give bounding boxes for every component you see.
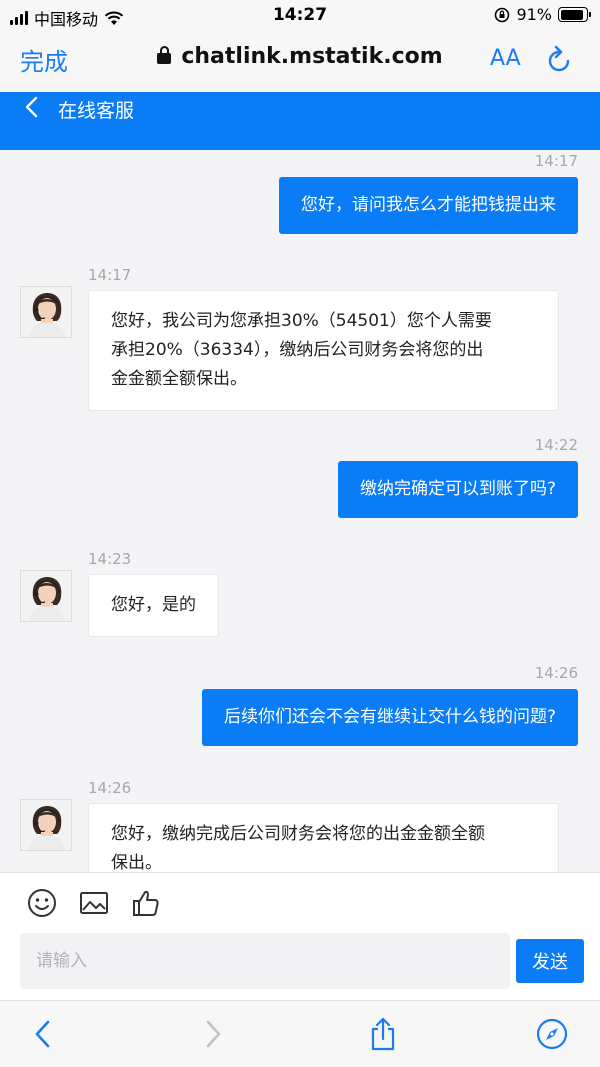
orientation-lock-icon bbox=[495, 7, 510, 22]
agent-avatar bbox=[20, 799, 72, 851]
message-text: 您好，请问我怎么才能把钱提出来 bbox=[301, 195, 556, 215]
browser-bar: 完成 chatlink.mstatik.com AA bbox=[0, 32, 600, 92]
browser-toolbar bbox=[0, 1000, 600, 1067]
received-message-bubble[interactable]: 您好，缴纳完成后公司财务会将您的出金金额全额 保出。 bbox=[88, 803, 559, 872]
message-line: 您好，缴纳完成后公司财务会将您的出金金额全额 bbox=[111, 824, 485, 844]
message-timestamp: 14:23 bbox=[88, 550, 132, 568]
message-timestamp: 14:26 bbox=[534, 664, 578, 682]
back-chevron-icon[interactable] bbox=[22, 96, 42, 118]
lock-icon bbox=[157, 46, 172, 64]
message-composer: 发送 bbox=[0, 872, 600, 1000]
message-text: 缴纳完确定可以到账了吗? bbox=[359, 479, 556, 499]
text-size-label: AA bbox=[490, 46, 521, 71]
battery-fill bbox=[560, 9, 584, 20]
chat-messages[interactable]: 14:17 您好，请问我怎么才能把钱提出来 14:17 您好，我公司为您承担30… bbox=[0, 150, 600, 872]
message-input[interactable] bbox=[20, 933, 510, 989]
url-text: chatlink.mstatik.com bbox=[181, 44, 443, 69]
agent-avatar-image bbox=[21, 800, 71, 850]
received-message-bubble[interactable]: 您好，我公司为您承担30%（54501）您个人需要 承担20%（36334），缴… bbox=[88, 290, 559, 411]
reload-icon[interactable] bbox=[546, 44, 574, 74]
message-timestamp: 14:17 bbox=[88, 266, 132, 284]
send-button[interactable]: 发送 bbox=[516, 939, 584, 983]
battery-percent: 91% bbox=[516, 5, 552, 24]
message-text: 后续你们还会不会有继续让交什么钱的问题? bbox=[223, 707, 556, 727]
agent-avatar bbox=[20, 570, 72, 622]
message-line: 保出。 bbox=[111, 853, 162, 872]
message-timestamp: 14:26 bbox=[88, 779, 132, 797]
chevron-left-icon[interactable] bbox=[28, 1017, 60, 1051]
text-size-button[interactable]: AA bbox=[490, 46, 521, 71]
agent-avatar-image bbox=[21, 287, 71, 337]
agent-avatar-image bbox=[21, 571, 71, 621]
message-line: 金金额全额保出。 bbox=[111, 369, 247, 389]
chat-header: 在线客服 bbox=[0, 92, 600, 150]
message-line: 您好，我公司为您承担30%（54501）您个人需要 bbox=[111, 311, 492, 331]
status-right: 91% bbox=[494, 5, 591, 24]
message-timestamp: 14:17 bbox=[534, 152, 578, 170]
message-line: 您好，是的 bbox=[111, 595, 196, 615]
sent-message-bubble[interactable]: 缴纳完确定可以到账了吗? bbox=[337, 461, 578, 518]
message-input-wrapper bbox=[20, 933, 510, 989]
thumbs-up-icon[interactable] bbox=[130, 887, 162, 919]
sent-message-bubble[interactable]: 您好，请问我怎么才能把钱提出来 bbox=[279, 177, 578, 234]
share-icon[interactable] bbox=[367, 1017, 399, 1051]
received-message-bubble[interactable]: 您好，是的 bbox=[88, 574, 219, 637]
chevron-right-icon[interactable] bbox=[196, 1017, 228, 1051]
page-title: 在线客服 bbox=[58, 100, 135, 122]
message-timestamp: 14:22 bbox=[534, 436, 578, 454]
compass-icon[interactable] bbox=[536, 1017, 568, 1051]
image-icon[interactable] bbox=[78, 887, 110, 919]
message-line: 承担20%（36334），缴纳后公司财务会将您的出 bbox=[111, 340, 484, 360]
sent-message-bubble[interactable]: 后续你们还会不会有继续让交什么钱的问题? bbox=[201, 689, 578, 746]
status-bar: 中国移动 14:27 91% bbox=[0, 0, 600, 32]
battery-icon bbox=[558, 7, 591, 22]
emoji-icon[interactable] bbox=[26, 887, 58, 919]
agent-avatar bbox=[20, 286, 72, 338]
